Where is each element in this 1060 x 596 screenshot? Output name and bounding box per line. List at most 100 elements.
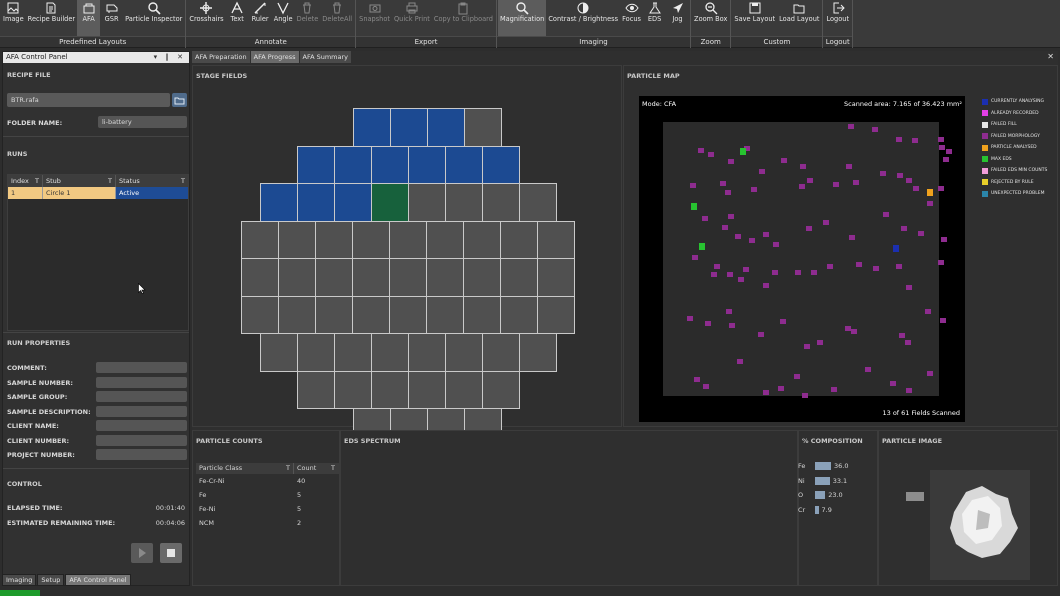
stage-field-cell[interactable] [334, 145, 372, 184]
stage-field-cell[interactable] [334, 333, 372, 372]
particle-marker[interactable] [897, 173, 903, 178]
particle-marker-highlight[interactable] [691, 203, 697, 210]
particle-marker[interactable] [703, 384, 709, 389]
particle-marker[interactable] [780, 319, 786, 324]
particle-marker[interactable] [807, 178, 813, 183]
particle-marker[interactable] [687, 316, 693, 321]
stage-field-cell[interactable] [371, 183, 409, 222]
filter-icon[interactable]: T [35, 175, 39, 187]
particle-marker[interactable] [773, 242, 779, 247]
particle-marker[interactable] [906, 285, 912, 290]
table-row[interactable]: Fe 5 [196, 488, 340, 502]
particle-marker[interactable] [873, 266, 879, 271]
stage-field-cell[interactable] [445, 370, 483, 409]
table-row[interactable]: Fe-Ni 5 [196, 502, 340, 516]
particle-marker[interactable] [927, 201, 933, 206]
particle-marker[interactable] [856, 262, 862, 267]
col-header-count[interactable]: Count T [294, 463, 338, 474]
stage-field-cell[interactable] [537, 295, 575, 334]
filter-icon[interactable]: T [331, 463, 335, 474]
zoom-box-button[interactable]: Zoom Box [692, 0, 729, 36]
angle-button[interactable]: Angle [272, 0, 295, 36]
stage-field-cell[interactable] [371, 333, 409, 372]
particle-marker[interactable] [705, 321, 711, 326]
stage-field-cell[interactable] [297, 333, 335, 372]
tab-setup[interactable]: Setup [37, 574, 65, 586]
particle-marker[interactable] [896, 137, 902, 142]
particle-marker[interactable] [901, 226, 907, 231]
stage-field-cell[interactable] [426, 258, 464, 297]
property-field[interactable] [96, 391, 187, 402]
particle-marker[interactable] [941, 237, 947, 242]
stage-field-cell[interactable] [408, 183, 446, 222]
particle-marker[interactable] [737, 359, 743, 364]
particle-marker[interactable] [865, 367, 871, 372]
particle-marker[interactable] [728, 159, 734, 164]
col-header-index[interactable]: Index T [8, 175, 43, 187]
stage-field-cell[interactable] [389, 295, 427, 334]
particle-marker[interactable] [795, 270, 801, 275]
particle-marker[interactable] [943, 157, 949, 162]
particle-marker[interactable] [698, 148, 704, 153]
load-layout-button[interactable]: Load Layout [777, 0, 821, 36]
particle-marker[interactable] [906, 388, 912, 393]
stage-field-cell[interactable] [371, 145, 409, 184]
particle-marker[interactable] [799, 184, 805, 189]
particle-marker[interactable] [772, 270, 778, 275]
particle-marker[interactable] [781, 158, 787, 163]
stage-field-cell[interactable] [482, 333, 520, 372]
particle-marker[interactable] [728, 214, 734, 219]
particle-marker[interactable] [758, 332, 764, 337]
magnification-button[interactable]: Magnification [497, 0, 547, 36]
stop-button[interactable] [160, 543, 182, 563]
stage-field-cell[interactable] [334, 370, 372, 409]
particle-marker-highlight[interactable] [699, 243, 705, 250]
stage-field-cell[interactable] [260, 183, 298, 222]
stage-field-cell[interactable] [408, 333, 446, 372]
stage-field-cell[interactable] [352, 295, 390, 334]
particle-marker[interactable] [946, 149, 952, 154]
particle-marker[interactable] [735, 234, 741, 239]
particle-marker[interactable] [794, 374, 800, 379]
particle-marker[interactable] [738, 277, 744, 282]
stage-field-cell[interactable] [426, 295, 464, 334]
particle-marker[interactable] [763, 232, 769, 237]
particle-marker[interactable] [694, 377, 700, 382]
stage-field-cell[interactable] [463, 295, 501, 334]
filter-icon[interactable]: T [286, 463, 290, 474]
particle-marker[interactable] [846, 164, 852, 169]
image-button[interactable]: Image [1, 0, 26, 36]
text-button[interactable]: Text [226, 0, 249, 36]
particle-marker[interactable] [817, 340, 823, 345]
property-field[interactable] [96, 420, 187, 431]
stage-field-cell[interactable] [408, 145, 446, 184]
save-layout-button[interactable]: Save Layout [732, 0, 777, 36]
folder-name-field[interactable]: li-battery [98, 116, 187, 128]
particle-marker[interactable] [729, 323, 735, 328]
particle-marker[interactable] [883, 212, 889, 217]
particle-marker[interactable] [702, 216, 708, 221]
stage-field-cell[interactable] [389, 258, 427, 297]
run-stub-cell[interactable]: Circle 1 [43, 187, 116, 199]
tab-afa-progress[interactable]: AFA Progress [250, 51, 299, 63]
particle-marker[interactable] [890, 381, 896, 386]
stage-field-cell[interactable] [445, 145, 483, 184]
copy-to-clipboard-button[interactable]: Copy to Clipboard [432, 0, 495, 36]
particle-marker[interactable] [831, 387, 837, 392]
stage-field-cell[interactable] [241, 295, 279, 334]
stage-field-cell[interactable] [389, 220, 427, 259]
stage-field-cell[interactable] [260, 333, 298, 372]
property-field[interactable] [96, 362, 187, 373]
particle-marker[interactable] [800, 164, 806, 169]
stage-field-cell[interactable] [315, 295, 353, 334]
tab-afa-summary[interactable]: AFA Summary [299, 51, 352, 63]
particle-marker[interactable] [692, 255, 698, 260]
particle-marker[interactable] [938, 260, 944, 265]
particle-marker[interactable] [763, 390, 769, 395]
particle-marker[interactable] [940, 318, 946, 323]
stage-field-cell[interactable] [500, 258, 538, 297]
stage-field-cell[interactable] [463, 220, 501, 259]
stage-field-cell[interactable] [463, 258, 501, 297]
stage-field-cell[interactable] [297, 370, 335, 409]
particle-marker[interactable] [722, 225, 728, 230]
